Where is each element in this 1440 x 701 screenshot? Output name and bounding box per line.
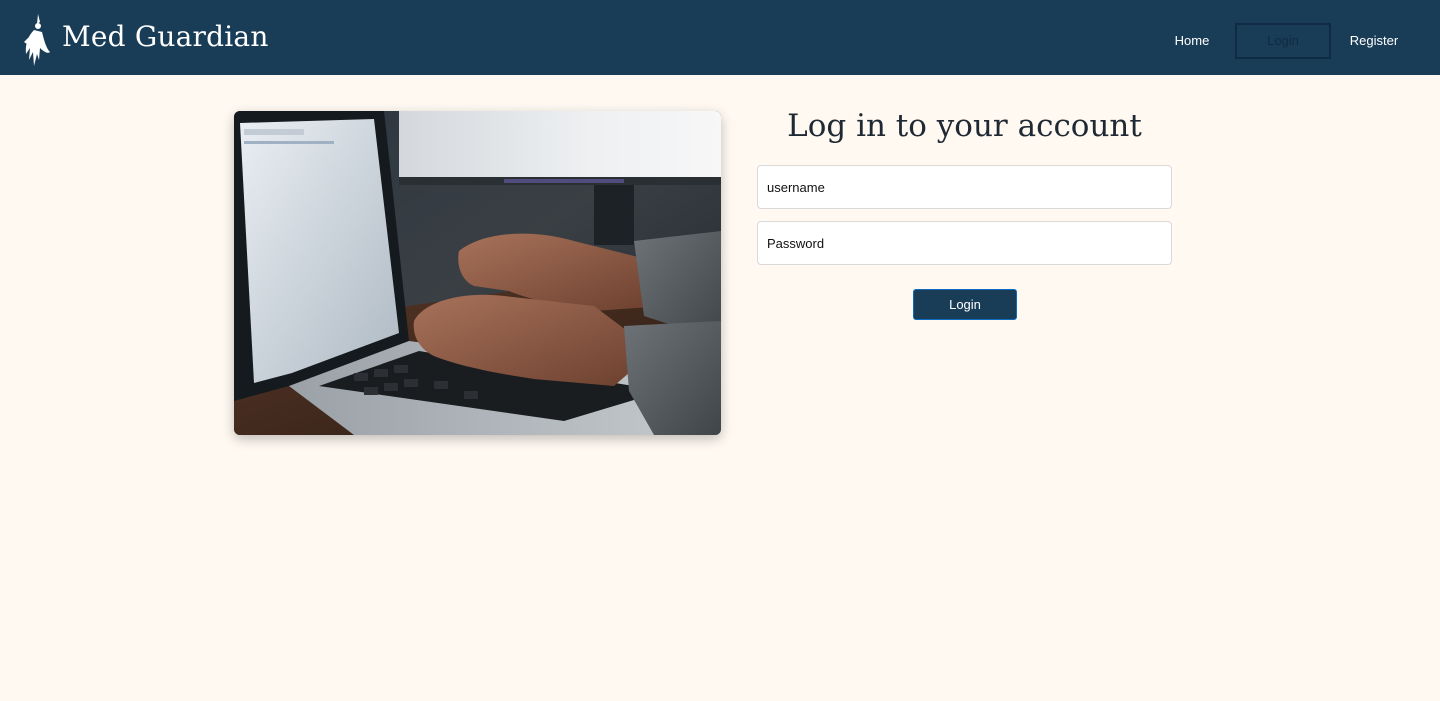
nav-register-link[interactable]: Register <box>1340 23 1408 59</box>
nav-login-link[interactable]: Login <box>1235 23 1331 59</box>
top-navbar: Med Guardian Home Login Register <box>0 0 1440 75</box>
password-input[interactable] <box>757 221 1172 265</box>
login-submit-button[interactable]: Login <box>913 289 1017 320</box>
username-input[interactable] <box>757 165 1172 209</box>
main-nav: Home Login Register <box>0 23 1440 59</box>
laptop-typing-photo <box>234 111 721 435</box>
page-title: Log in to your account <box>787 108 1142 144</box>
nav-home-link[interactable]: Home <box>1160 23 1224 59</box>
laptop-photo-illustration <box>234 111 721 435</box>
